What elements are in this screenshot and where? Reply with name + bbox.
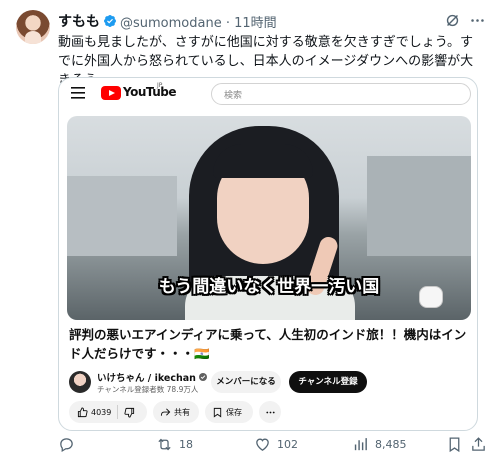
video-share-label: 共有 <box>174 407 190 417</box>
views-icon <box>354 438 367 451</box>
like-button[interactable]: 102 <box>254 436 298 453</box>
handle-time[interactable]: @sumomodane · 11時間 <box>120 12 277 31</box>
youtube-logo-icon[interactable] <box>101 86 121 100</box>
share-icon <box>472 437 485 451</box>
divider <box>117 405 119 419</box>
video-caption: もう間違いなく世界一汚い国 <box>158 277 380 297</box>
views-button[interactable]: 8,485 <box>352 436 407 453</box>
verified-badge-icon <box>104 15 116 27</box>
tweet-header: すもも @sumomodane · 11時間 <box>58 11 277 31</box>
video-thumbnail[interactable]: もう間違いなく世界一汚い国 <box>67 116 471 320</box>
background-building <box>367 156 471 256</box>
like-count: 102 <box>277 438 298 451</box>
bookmark-icon <box>449 437 460 453</box>
channel-name[interactable]: いけちゃん / ikechan <box>97 370 196 384</box>
share-button[interactable] <box>470 436 487 453</box>
retweet-button[interactable]: 18 <box>156 436 193 453</box>
sticker-icon <box>419 286 443 308</box>
embedded-video-card[interactable]: YouTube JP 検索 もう間違いなく世界一汚い国 評判の悪いエアインディア… <box>58 77 478 431</box>
bookmark-button[interactable] <box>446 436 463 453</box>
views-count: 8,485 <box>375 438 407 451</box>
subscribe-button[interactable]: チャンネル登録 <box>289 371 367 393</box>
person-bangs <box>213 144 313 178</box>
youtube-wordmark: YouTube <box>123 85 177 99</box>
like-icon <box>256 438 269 451</box>
video-like-count: 4039 <box>91 407 112 417</box>
youtube-region: JP <box>157 82 163 89</box>
more-dots-icon <box>265 411 275 413</box>
more-icon[interactable] <box>469 12 486 29</box>
tweet[interactable]: すもも @sumomodane · 11時間 動画も見ましたが、さすがに他国に対… <box>0 0 492 463</box>
channel-verified-icon <box>198 373 207 381</box>
video-share-button[interactable]: 共有 <box>153 401 199 423</box>
reply-icon <box>60 438 73 453</box>
grok-icon[interactable] <box>444 12 461 29</box>
video-like-dislike-group[interactable]: 4039 <box>69 401 147 423</box>
video-save-button[interactable]: 保存 <box>205 401 253 423</box>
thumbs-down-icon[interactable] <box>124 407 135 418</box>
join-membership-button[interactable]: メンバーになる <box>211 371 281 393</box>
thumbs-up-icon[interactable] <box>77 406 88 418</box>
youtube-header: YouTube JP 検索 <box>59 78 477 110</box>
channel-name-row[interactable]: いけちゃん / ikechan <box>97 370 207 384</box>
avatar[interactable] <box>16 10 50 44</box>
reply-button[interactable] <box>58 436 81 453</box>
channel-subscribers: チャンネル登録者数 78.9万人 <box>97 385 199 394</box>
background-building <box>67 176 177 256</box>
tweet-actions: 18 102 8,485 <box>58 434 488 458</box>
channel-avatar[interactable] <box>69 371 91 393</box>
youtube-search-input[interactable]: 検索 <box>211 83 471 105</box>
hamburger-menu-icon[interactable] <box>71 87 85 99</box>
display-name[interactable]: すもも <box>58 11 100 31</box>
share-arrow-icon <box>160 408 171 416</box>
video-save-label: 保存 <box>226 407 242 417</box>
save-icon <box>213 407 222 418</box>
retweet-count: 18 <box>179 438 193 451</box>
video-title[interactable]: 評判の悪いエアインディアに乗って、人生初のインド旅！！機内はインド人だらけです・… <box>69 325 469 363</box>
retweet-icon <box>158 438 171 451</box>
video-more-button[interactable] <box>259 401 281 423</box>
